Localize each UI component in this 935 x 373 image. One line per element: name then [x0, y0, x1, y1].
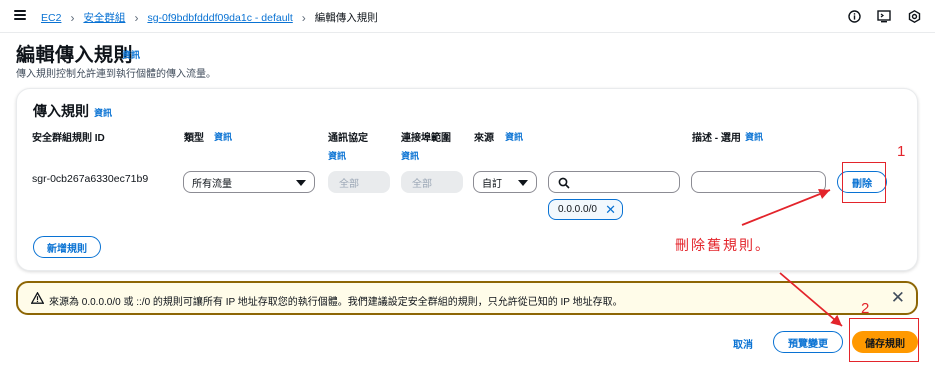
panel-info-link[interactable]: 資訊 [94, 106, 112, 119]
page-info-link[interactable]: 資訊 [122, 48, 140, 61]
annotation-text: 刪除舊規則。 [675, 237, 771, 253]
search-icon [558, 177, 570, 189]
cloudshell-icon[interactable] [877, 9, 891, 23]
type-info-link[interactable]: 資訊 [214, 130, 232, 143]
column-header-description: 描述 - 選用 [692, 133, 741, 144]
page-title: 編輯傳入規則 [16, 45, 134, 66]
warning-icon [31, 292, 44, 304]
rule-id: sgr-0cb267a6330ec71b9 [32, 173, 149, 185]
column-header-type: 類型 [184, 133, 204, 144]
description-input[interactable] [691, 171, 826, 193]
annotation-box-save [849, 318, 919, 362]
column-header-protocol: 通訊協定 [328, 133, 368, 144]
info-circle-icon[interactable] [847, 9, 861, 23]
close-icon[interactable]: ✕ [891, 288, 905, 308]
source-token-value: 0.0.0.0/0 [558, 204, 597, 215]
breadcrumb-ec2[interactable]: EC2 [41, 12, 61, 24]
breadcrumb-current: 編輯傳入規則 [314, 12, 378, 24]
column-header-source: 來源 [474, 133, 494, 144]
source-type-select[interactable]: 自訂 [473, 171, 537, 193]
breadcrumb: EC2 › 安全群組 › sg-0f9bdbfdddf09da1c - defa… [41, 10, 378, 25]
breadcrumb-security-group[interactable]: sg-0f9bdbfdddf09da1c - default [147, 12, 292, 24]
inbound-rules-panel: 傳入規則 資訊 安全群組規則 ID 類型 資訊 通訊協定 資訊 連接埠範圍 資訊… [16, 88, 918, 271]
annotation-box-delete [842, 162, 886, 203]
source-type-value: 自訂 [482, 178, 502, 190]
port-range-info-link[interactable]: 資訊 [401, 149, 419, 162]
source-info-link[interactable]: 資訊 [505, 130, 523, 143]
settings-icon[interactable] [907, 9, 921, 23]
annotation-number-1: 1 [897, 143, 906, 160]
top-navigation-bar: EC2 › 安全群組 › sg-0f9bdbfdddf09da1c - defa… [0, 0, 935, 33]
chevron-right-icon: › [70, 10, 75, 25]
port-range-field: 全部 [401, 171, 463, 193]
chevron-right-icon: › [301, 10, 306, 25]
type-select-value: 所有流量 [192, 178, 232, 190]
source-token: 0.0.0.0/0 ✕ [548, 199, 623, 220]
preview-changes-button[interactable]: 預覽變更 [773, 331, 843, 353]
close-icon[interactable]: ✕ [605, 202, 616, 218]
protocol-info-link[interactable]: 資訊 [328, 149, 346, 162]
type-select[interactable]: 所有流量 [183, 171, 315, 193]
add-rule-button[interactable]: 新增規則 [33, 236, 101, 258]
annotation-number-2: 2 [861, 300, 870, 317]
caret-down-icon [518, 180, 528, 186]
menu-icon[interactable] [14, 10, 26, 20]
chevron-right-icon: › [134, 10, 139, 25]
column-header-port-range: 連接埠範圍 [401, 133, 451, 144]
warning-alert: 來源為 0.0.0.0/0 或 ::/0 的規則可讓所有 IP 地址存取您的執行… [16, 281, 918, 315]
protocol-field: 全部 [328, 171, 390, 193]
top-right-tools [847, 9, 921, 23]
column-header-rule-id: 安全群組規則 ID [32, 133, 105, 144]
page-description: 傳入規則控制允許連到執行個體的傳入流量。 [16, 69, 216, 80]
breadcrumb-security-groups[interactable]: 安全群組 [83, 10, 125, 25]
source-search-input[interactable] [548, 171, 680, 193]
warning-text: 來源為 0.0.0.0/0 或 ::/0 的規則可讓所有 IP 地址存取您的執行… [49, 297, 623, 308]
description-info-link[interactable]: 資訊 [745, 130, 763, 143]
cancel-button[interactable]: 取消 [733, 336, 753, 351]
panel-title: 傳入規則 [33, 103, 89, 119]
caret-down-icon [296, 180, 306, 186]
